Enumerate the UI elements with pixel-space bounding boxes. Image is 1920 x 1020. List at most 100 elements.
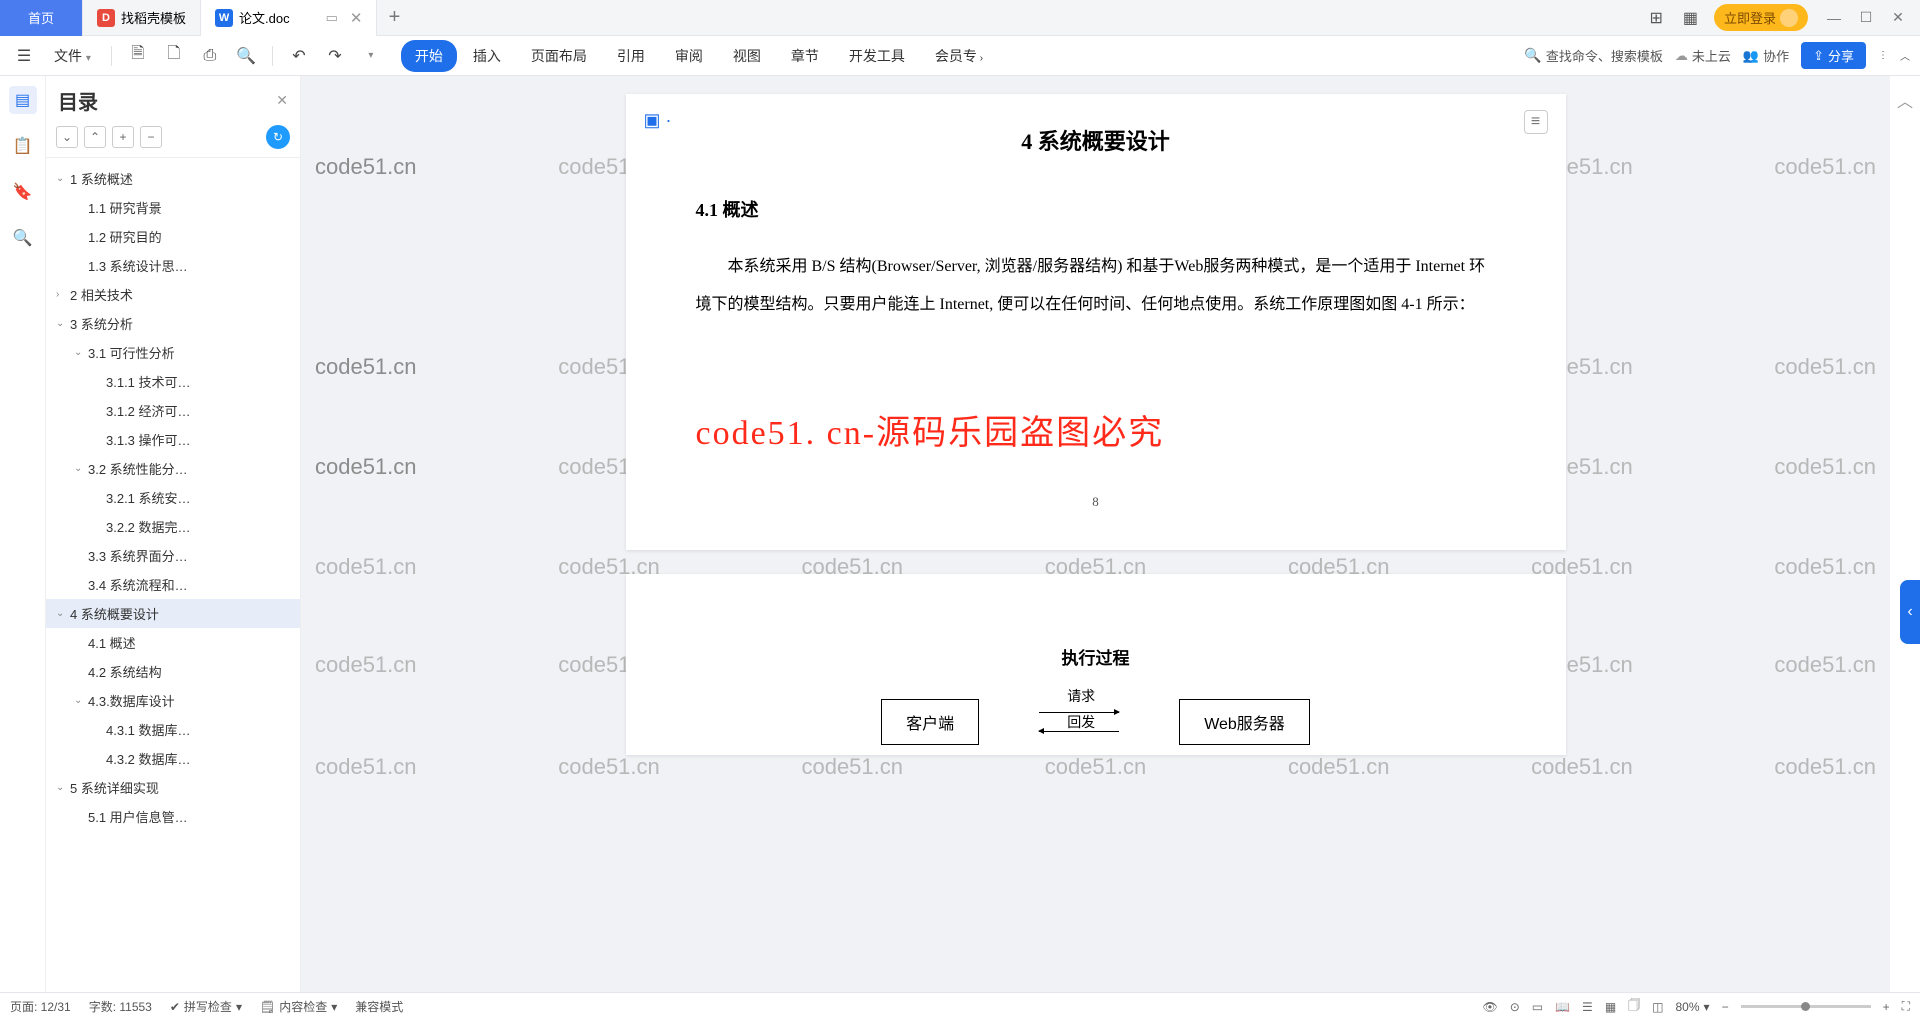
- outline-item[interactable]: 1.1 研究背景: [46, 193, 300, 222]
- apps-icon[interactable]: ▦: [1679, 4, 1702, 32]
- collapse-all-icon[interactable]: ⌄: [56, 126, 78, 148]
- outline-item[interactable]: 3.1.2 经济可…: [46, 396, 300, 425]
- side-assistant-button[interactable]: ‹: [1900, 580, 1920, 644]
- outline-item[interactable]: 3.3 系统界面分…: [46, 541, 300, 570]
- outline-item[interactable]: ⌄5 系统详细实现: [46, 773, 300, 802]
- outline-item[interactable]: 1.2 研究目的: [46, 222, 300, 251]
- chevron-down-icon[interactable]: ⌄: [74, 463, 88, 474]
- view-draft-icon[interactable]: ▦: [1605, 1000, 1616, 1014]
- preview-icon[interactable]: 🔍: [232, 42, 260, 70]
- outline-item[interactable]: ⌄3.2 系统性能分…: [46, 454, 300, 483]
- scroll-up-icon[interactable]: ︿: [1893, 84, 1917, 116]
- file-button[interactable]: 文件 ▾: [46, 42, 99, 70]
- add-icon[interactable]: +: [112, 126, 134, 148]
- rtab-dev[interactable]: 开发工具: [835, 40, 919, 72]
- outline-item[interactable]: ⌄3.1 可行性分析: [46, 338, 300, 367]
- close-icon[interactable]: ✕: [350, 9, 363, 27]
- outline-item[interactable]: ⌄4.3.数据库设计: [46, 686, 300, 715]
- outline-item[interactable]: 3.4 系统流程和…: [46, 570, 300, 599]
- outline-item[interactable]: 4.1 概述: [46, 628, 300, 657]
- outline-icon[interactable]: ▤: [9, 86, 37, 114]
- maximize-button[interactable]: ☐: [1852, 4, 1880, 32]
- view-web-icon[interactable]: ▭: [1532, 1000, 1543, 1014]
- zoom-value[interactable]: 80% ▾: [1676, 1000, 1710, 1014]
- menu-icon[interactable]: ☰: [10, 42, 38, 70]
- close-button[interactable]: ✕: [1884, 4, 1912, 32]
- outline-item[interactable]: ⌄3 系统分析: [46, 309, 300, 338]
- login-button[interactable]: 立即登录: [1714, 4, 1808, 31]
- rtab-member[interactable]: 会员专 ›: [921, 40, 997, 72]
- rtab-chapter[interactable]: 章节: [777, 40, 833, 72]
- zoom-thumb[interactable]: [1801, 1002, 1810, 1011]
- undo-icon[interactable]: ↶: [285, 42, 313, 70]
- cloud-status[interactable]: ☁未上云: [1675, 46, 1731, 65]
- rtab-layout[interactable]: 页面布局: [517, 40, 601, 72]
- outline-item[interactable]: 5.1 用户信息管…: [46, 802, 300, 831]
- read-mode-icon[interactable]: 👁: [1482, 1000, 1497, 1014]
- outline-item[interactable]: ⌄4 系统概要设计: [46, 599, 300, 628]
- rtab-review[interactable]: 审阅: [661, 40, 717, 72]
- rtab-start[interactable]: 开始: [401, 40, 457, 72]
- bookmark-icon[interactable]: 🔖: [9, 178, 37, 206]
- tab-add[interactable]: +: [377, 6, 411, 29]
- document-area[interactable]: code51.cncode51.cncode51.cncode51.cncode…: [301, 76, 1890, 992]
- view-outline-icon[interactable]: ☰: [1582, 1000, 1593, 1014]
- chevron-right-icon[interactable]: ›: [56, 289, 70, 300]
- spellcheck-button[interactable]: ✔ 拼写检查 ▾: [170, 998, 242, 1015]
- tab-templates[interactable]: D 找稻壳模板: [83, 0, 201, 36]
- pin-icon[interactable]: ↻: [266, 125, 290, 149]
- outline-item[interactable]: 3.1.3 操作可…: [46, 425, 300, 454]
- redo-icon[interactable]: ↷: [321, 42, 349, 70]
- page-options-icon[interactable]: ≡: [1524, 110, 1548, 134]
- minimize-button[interactable]: —: [1820, 4, 1848, 32]
- chevron-up-icon[interactable]: ︿: [1900, 48, 1910, 63]
- screen-icon[interactable]: ▭: [326, 10, 338, 26]
- collapse-icon[interactable]: ⋮: [1878, 50, 1888, 61]
- view-book-icon[interactable]: 📖: [1555, 1000, 1570, 1014]
- focus-icon[interactable]: ⊙: [1510, 1000, 1520, 1014]
- outline-tree[interactable]: ⌄1 系统概述1.1 研究背景1.2 研究目的1.3 系统设计思…›2 相关技术…: [46, 158, 300, 992]
- clipboard-icon[interactable]: 📋: [9, 132, 37, 160]
- remove-icon[interactable]: −: [140, 126, 162, 148]
- outline-item[interactable]: ⌄1 系统概述: [46, 164, 300, 193]
- chevron-down-icon[interactable]: ⌄: [56, 173, 70, 184]
- print-icon[interactable]: ⎙: [196, 42, 224, 70]
- status-words[interactable]: 字数: 11553: [89, 998, 152, 1015]
- outline-item[interactable]: ›2 相关技术: [46, 280, 300, 309]
- search-rail-icon[interactable]: 🔍: [9, 224, 37, 252]
- export-icon[interactable]: 🗋: [160, 42, 188, 70]
- expand-all-icon[interactable]: ⌃: [84, 126, 106, 148]
- dropdown-icon[interactable]: ▾: [357, 42, 385, 70]
- search-commands[interactable]: 🔍查找命令、搜索模板: [1524, 46, 1662, 65]
- status-page[interactable]: 页面: 12/31: [10, 998, 71, 1015]
- chevron-down-icon[interactable]: ⌄: [74, 695, 88, 706]
- zoom-slider[interactable]: [1741, 1005, 1871, 1008]
- outline-item[interactable]: 1.3 系统设计思…: [46, 251, 300, 280]
- outline-item[interactable]: 4.2 系统结构: [46, 657, 300, 686]
- content-check-button[interactable]: 🗒 内容检查 ▾: [260, 998, 337, 1015]
- outline-close-icon[interactable]: ✕: [276, 92, 288, 109]
- rtab-refs[interactable]: 引用: [603, 40, 659, 72]
- share-button[interactable]: ⇪ 分享: [1801, 42, 1866, 69]
- notes-icon[interactable]: 🗍: [1628, 996, 1640, 1017]
- zoom-out-icon[interactable]: −: [1722, 1000, 1729, 1014]
- chevron-down-icon[interactable]: ⌄: [56, 608, 70, 619]
- rtab-view[interactable]: 视图: [719, 40, 775, 72]
- outline-item[interactable]: 3.2.1 系统安…: [46, 483, 300, 512]
- tab-home[interactable]: 首页: [0, 0, 83, 36]
- rtab-insert[interactable]: 插入: [459, 40, 515, 72]
- zoom-in-icon[interactable]: +: [1883, 1000, 1890, 1014]
- outline-item[interactable]: 4.3.1 数据库…: [46, 715, 300, 744]
- layout-icon[interactable]: ⊞: [1645, 4, 1666, 32]
- outline-item[interactable]: 3.2.2 数据完…: [46, 512, 300, 541]
- outline-item[interactable]: 3.1.1 技术可…: [46, 367, 300, 396]
- ruler-icon[interactable]: ◫: [1652, 1000, 1663, 1014]
- fullscreen-icon[interactable]: ⛶: [1902, 999, 1910, 1014]
- chevron-down-icon[interactable]: ⌄: [56, 782, 70, 793]
- collab-button[interactable]: 👥协作: [1743, 46, 1789, 65]
- chevron-down-icon[interactable]: ⌄: [74, 347, 88, 358]
- page-indicator-icon[interactable]: ▣ ·: [644, 110, 672, 131]
- outline-item[interactable]: 4.3.2 数据库…: [46, 744, 300, 773]
- tab-document[interactable]: W 论文.doc ▭ ✕: [201, 0, 377, 36]
- chevron-down-icon[interactable]: ⌄: [56, 318, 70, 329]
